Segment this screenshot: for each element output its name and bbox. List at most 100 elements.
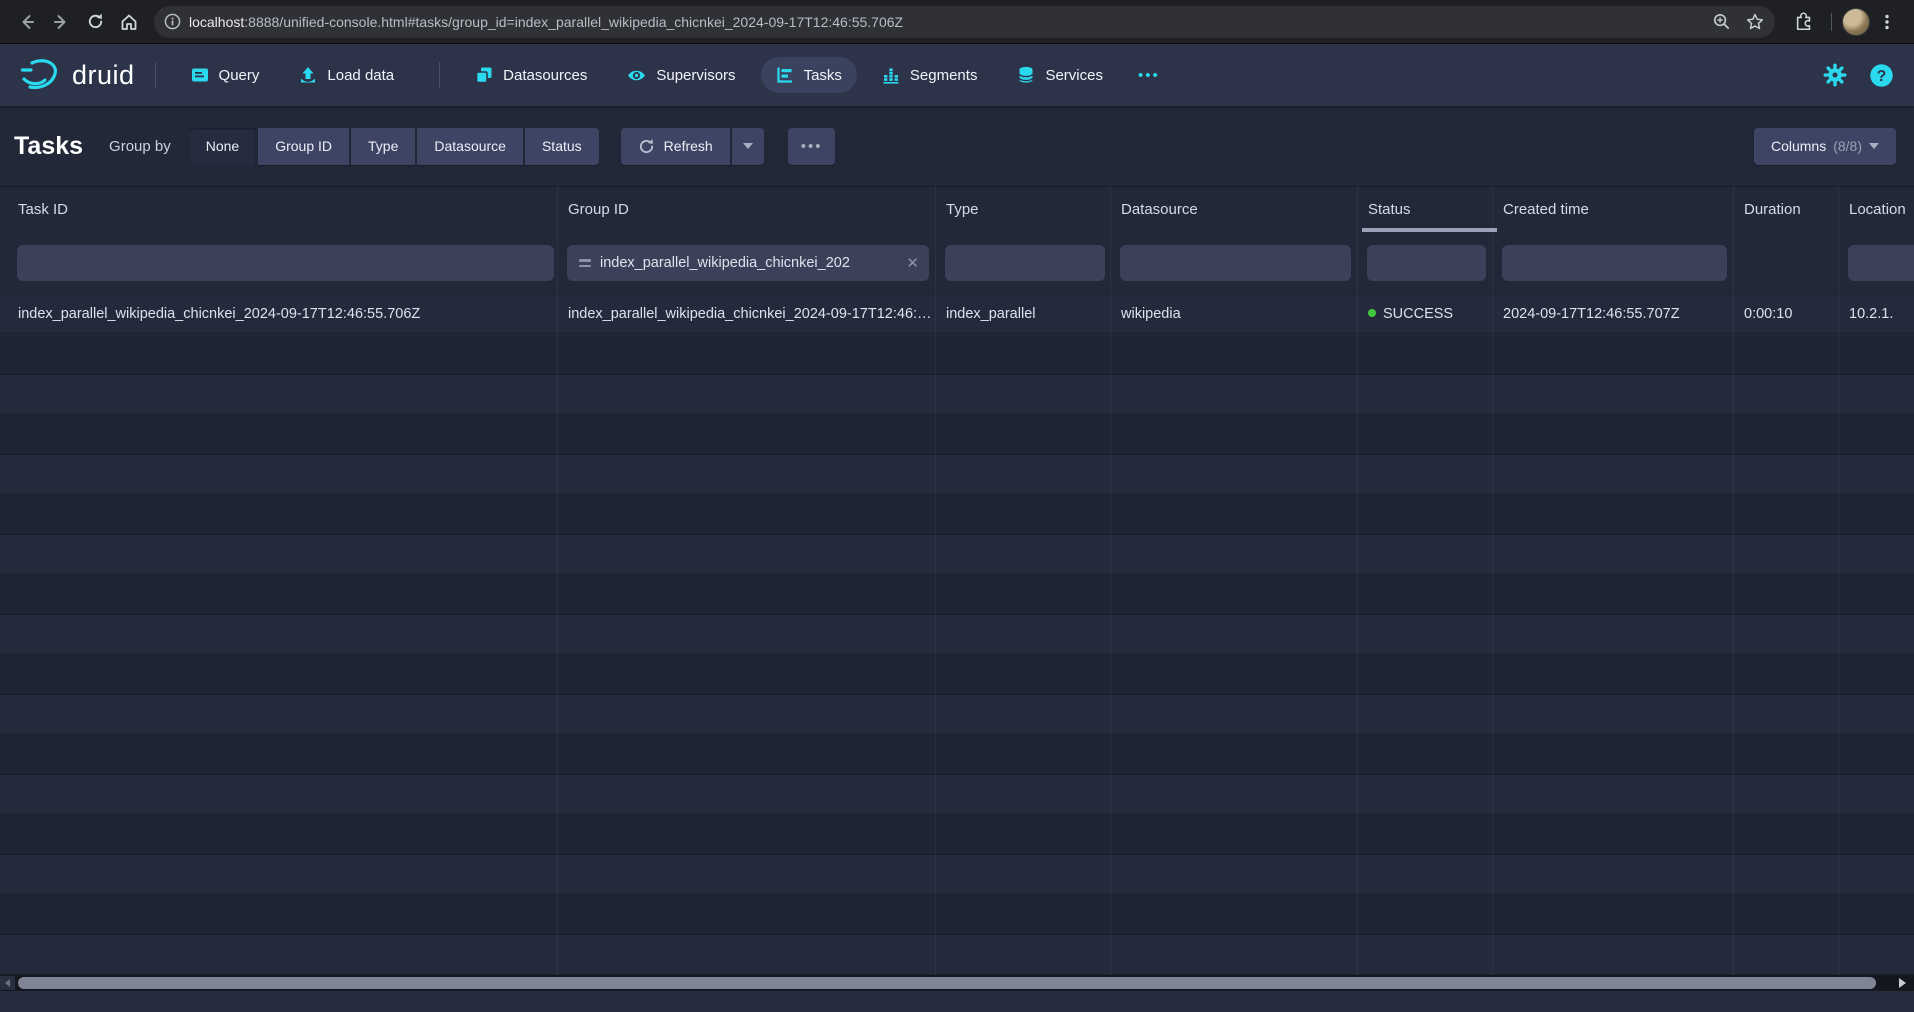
nav-tasks[interactable]: Tasks — [761, 57, 857, 93]
cell-created-time[interactable]: 2024-09-17T12:46:55.707Z — [1497, 295, 1732, 335]
navbar-divider — [155, 62, 156, 88]
url-path: :8888/unified-console.html#tasks/group_i… — [244, 14, 903, 30]
url-text: localhost:8888/unified-console.html#task… — [189, 14, 1702, 30]
profile-avatar[interactable] — [1842, 8, 1870, 36]
filter-input-group-id[interactable]: index_parallel_wikipedia_chicnkei_202 ✕ — [567, 245, 929, 281]
more-icon: ••• — [1138, 67, 1160, 84]
kebab-menu-icon — [1878, 13, 1896, 31]
site-info-icon[interactable] — [164, 13, 181, 30]
svg-text:?: ? — [1877, 68, 1887, 85]
horizontal-scrollbar[interactable] — [0, 975, 1914, 991]
column-divider — [1110, 186, 1111, 975]
group-by-status-button[interactable]: Status — [525, 128, 599, 165]
scroll-left-button[interactable] — [0, 976, 15, 990]
filter-input-datasource[interactable] — [1120, 245, 1351, 281]
nav-query[interactable]: Query — [176, 57, 275, 93]
column-header-location[interactable]: Location — [1843, 187, 1914, 233]
tasks-view: Tasks Group by None Group ID Type Dataso… — [0, 106, 1914, 1012]
status-text: SUCCESS — [1383, 306, 1453, 322]
group-by-none-button[interactable]: None — [189, 128, 256, 165]
druid-logo-icon — [20, 57, 62, 93]
cell-location[interactable]: 10.2.1. — [1843, 295, 1914, 335]
column-divider — [1733, 186, 1734, 975]
extensions-button[interactable] — [1787, 5, 1821, 39]
column-divider — [1492, 186, 1493, 975]
back-icon — [17, 12, 37, 32]
back-button[interactable] — [10, 5, 44, 39]
query-icon — [191, 66, 209, 84]
success-status-icon — [1368, 309, 1376, 317]
table-filter-row: index_parallel_wikipedia_chicnkei_202 ✕ — [0, 232, 1914, 294]
remove-filter-icon[interactable]: ✕ — [906, 254, 919, 272]
nav-load-data[interactable]: Load data — [284, 57, 409, 93]
group-by-datasource-button[interactable]: Datasource — [417, 128, 523, 165]
column-header-duration[interactable]: Duration — [1738, 187, 1837, 233]
columns-button[interactable]: Columns (8/8) — [1754, 128, 1896, 165]
stacked-bars-icon — [882, 66, 900, 84]
reload-icon — [86, 12, 105, 31]
bottom-strip — [0, 991, 1914, 1012]
column-divider — [1838, 186, 1839, 975]
column-divider — [557, 186, 558, 975]
forward-button[interactable] — [44, 5, 78, 39]
toolbar-separator — [1831, 13, 1832, 31]
druid-brand[interactable]: druid — [20, 57, 135, 93]
more-icon: ••• — [801, 138, 823, 155]
cell-status[interactable]: SUCCESS — [1362, 295, 1491, 335]
url-host: localhost — [189, 14, 244, 30]
scroll-right-button[interactable] — [1895, 976, 1910, 990]
filter-input-status[interactable] — [1367, 245, 1486, 281]
home-icon — [119, 12, 139, 32]
nav-label: Datasources — [503, 67, 587, 84]
help-icon[interactable]: ? — [1869, 63, 1894, 88]
group-id-filter-chip: index_parallel_wikipedia_chicnkei_202 ✕ — [567, 245, 929, 281]
column-header-group-id[interactable]: Group ID — [562, 187, 934, 233]
column-header-datasource[interactable]: Datasource — [1115, 187, 1356, 233]
upload-icon — [299, 66, 317, 84]
nav-label: Load data — [327, 67, 394, 84]
refresh-label: Refresh — [664, 138, 713, 154]
group-by-label: Group by — [109, 138, 171, 155]
nav-supervisors[interactable]: Supervisors — [612, 57, 750, 94]
filter-input-location[interactable] — [1848, 245, 1914, 281]
cell-type[interactable]: index_parallel — [940, 295, 1109, 335]
home-button[interactable] — [112, 5, 146, 39]
column-header-type[interactable]: Type — [940, 187, 1109, 233]
browser-menu-button[interactable] — [1870, 5, 1904, 39]
group-by-group-id-button[interactable]: Group ID — [258, 128, 349, 165]
chevron-down-icon — [1869, 143, 1879, 149]
group-by-type-button[interactable]: Type — [351, 128, 415, 165]
gantt-icon — [776, 66, 794, 84]
scrollbar-thumb[interactable] — [18, 977, 1876, 989]
address-bar[interactable]: localhost:8888/unified-console.html#task… — [154, 6, 1775, 38]
table-header-row: Task ID Group ID Type Datasource Status … — [0, 186, 1914, 232]
header-more-button[interactable]: ••• — [788, 128, 836, 165]
refresh-button[interactable]: Refresh — [621, 128, 730, 165]
columns-count: (8/8) — [1833, 138, 1862, 154]
column-divider — [935, 186, 936, 975]
column-divider — [1357, 186, 1358, 975]
cell-datasource[interactable]: wikipedia — [1115, 295, 1356, 335]
refresh-interval-button[interactable] — [732, 128, 764, 165]
nav-segments[interactable]: Segments — [867, 57, 993, 93]
table-row[interactable]: index_parallel_wikipedia_chicnkei_2024-0… — [0, 294, 1914, 334]
refresh-icon — [638, 138, 655, 155]
brand-name: druid — [72, 60, 135, 91]
zoom-icon[interactable] — [1712, 12, 1731, 31]
settings-gear-icon[interactable] — [1823, 63, 1847, 87]
puzzle-icon — [1794, 12, 1814, 32]
filter-input-task-id[interactable] — [17, 245, 554, 281]
reload-button[interactable] — [78, 5, 112, 39]
column-header-status[interactable]: Status — [1362, 187, 1491, 233]
nav-services[interactable]: Services — [1002, 57, 1118, 93]
nav-more-button[interactable]: ••• — [1128, 58, 1170, 93]
cell-group-id[interactable]: index_parallel_wikipedia_chicnkei_2024-0… — [562, 295, 934, 335]
bookmark-star-icon[interactable] — [1745, 12, 1765, 32]
filter-input-created-time[interactable] — [1502, 245, 1727, 281]
nav-datasources[interactable]: Datasources — [460, 57, 602, 93]
column-header-created-time[interactable]: Created time — [1497, 187, 1732, 233]
column-header-task-id[interactable]: Task ID — [12, 187, 556, 233]
cell-duration[interactable]: 0:00:10 — [1738, 295, 1837, 335]
filter-input-type[interactable] — [945, 245, 1105, 281]
cell-task-id[interactable]: index_parallel_wikipedia_chicnkei_2024-0… — [12, 295, 556, 335]
